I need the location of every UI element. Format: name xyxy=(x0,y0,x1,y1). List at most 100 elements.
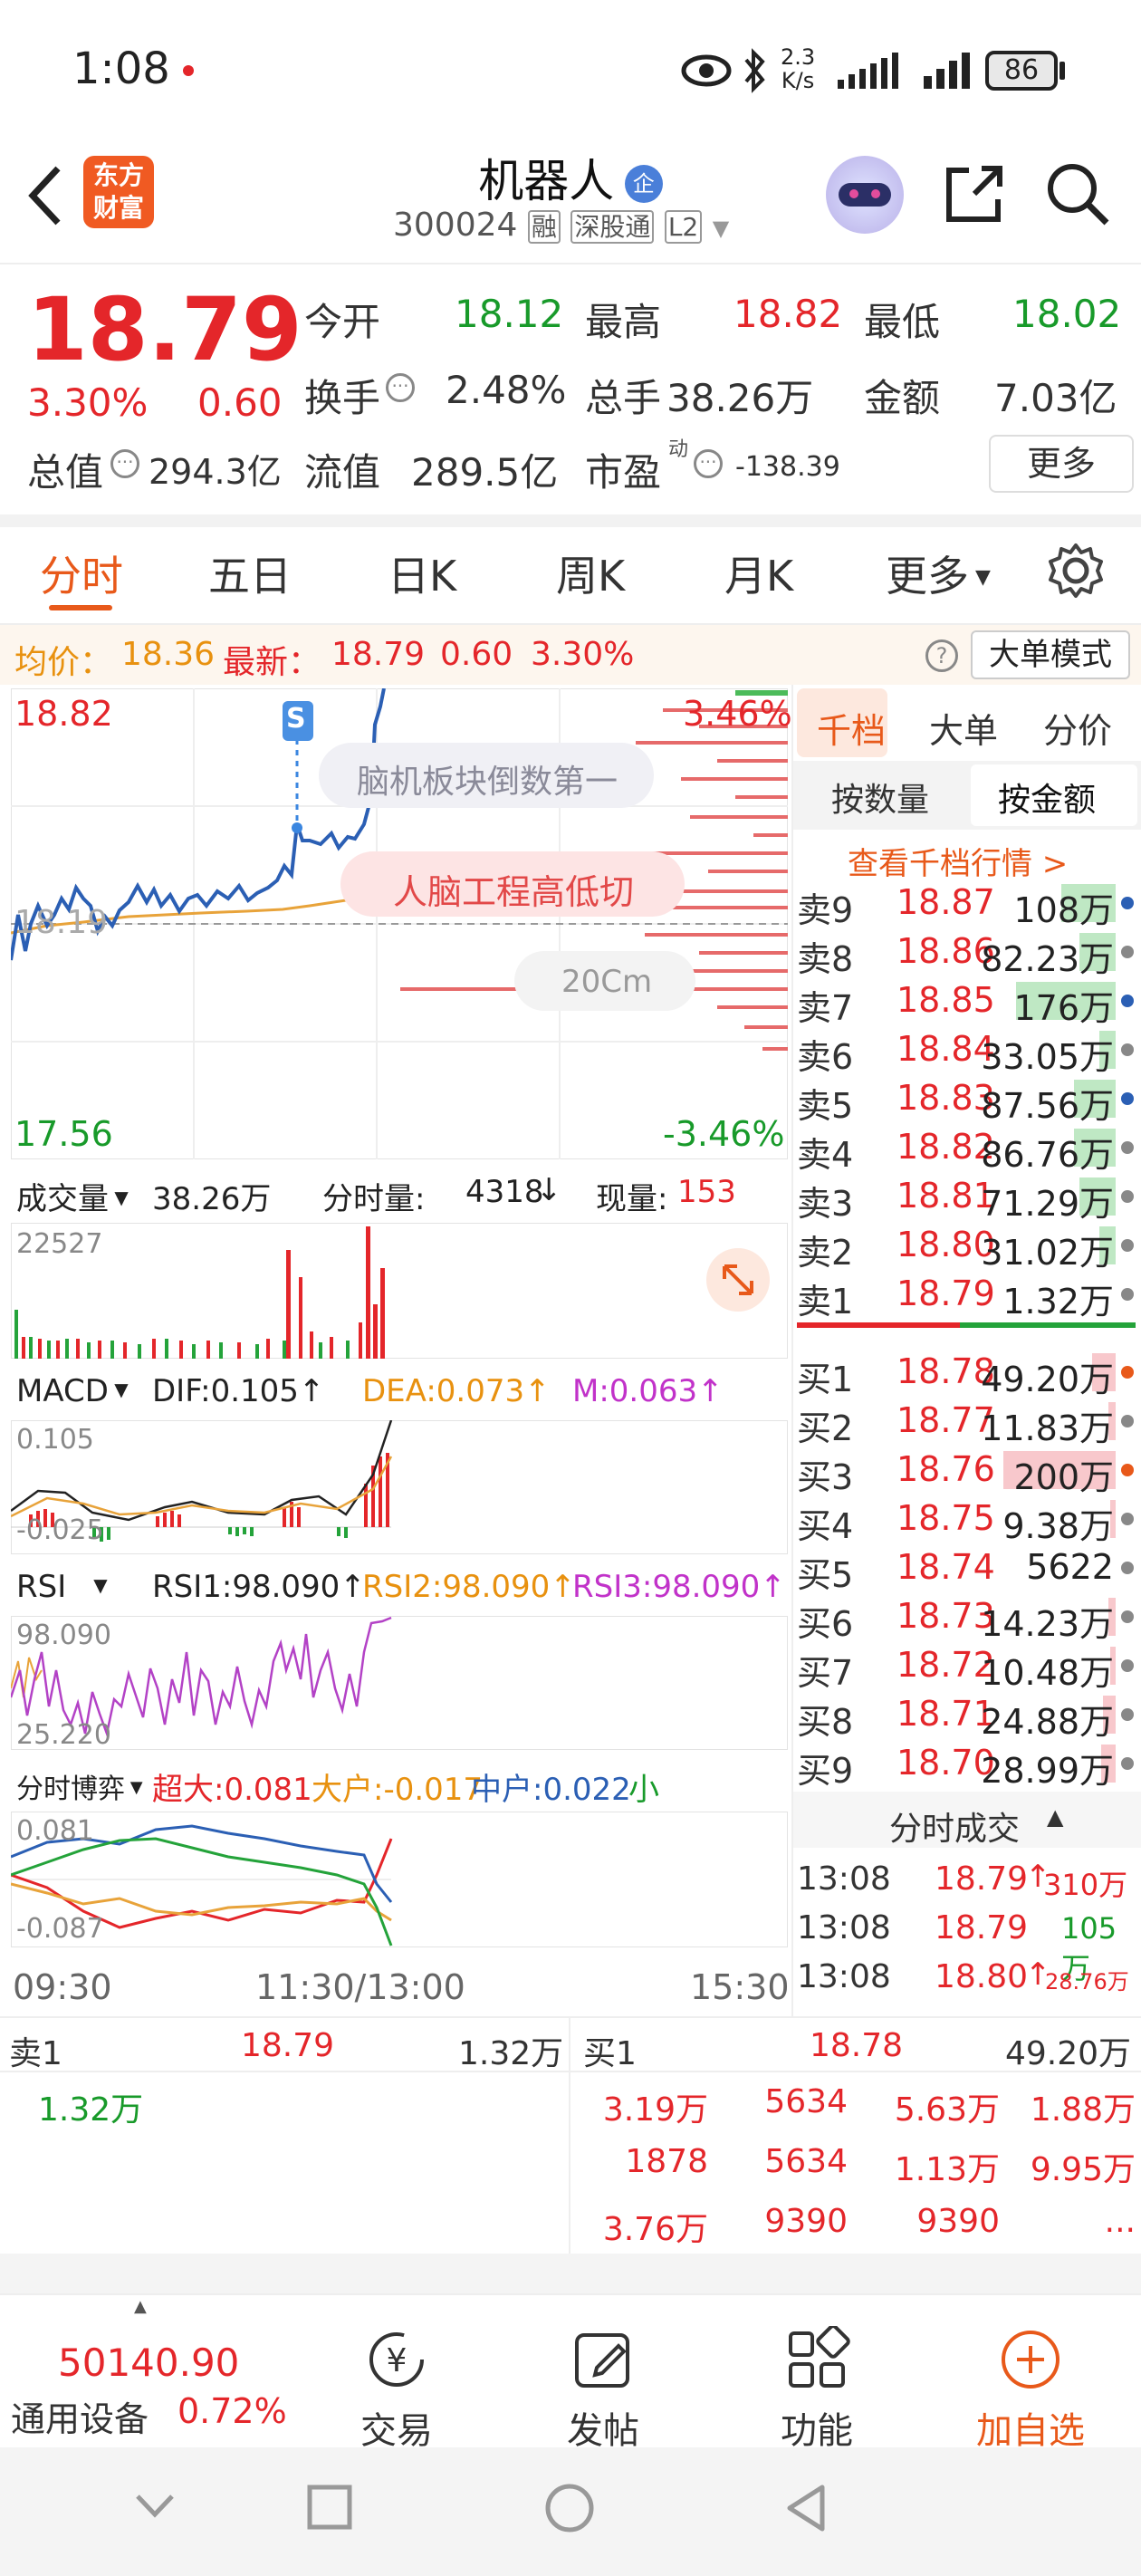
rsi-selector[interactable]: RSI ▼ xyxy=(16,1569,143,1605)
ask-queue-item: 1.32万 xyxy=(38,2091,144,2129)
nav-functions[interactable]: 功能 xyxy=(762,2324,871,2454)
tab-more[interactable]: 更多 ▼ xyxy=(886,543,991,603)
nav-post[interactable]: 发帖 xyxy=(549,2326,657,2454)
time-close: 15:30 xyxy=(690,1967,790,2007)
app-logo[interactable]: 东方 财富 xyxy=(83,156,154,228)
rsi-2: RSI2:98.090↑ xyxy=(362,1569,576,1605)
ask-row[interactable]: 卖9 18.87 108万 xyxy=(797,875,1141,930)
ask-price: 18.85 xyxy=(896,980,995,1020)
trades-header[interactable]: 分时成交 ▲ xyxy=(793,1792,1141,1848)
chart-top-percent: 3.46% xyxy=(683,694,792,734)
ask-row[interactable]: 卖7 18.85 176万 xyxy=(797,973,1141,1028)
gear-icon[interactable] xyxy=(1047,542,1105,600)
info-icon[interactable]: ··· xyxy=(386,373,415,402)
annotation-20cm[interactable]: 20Cm xyxy=(518,964,695,1000)
ask-row[interactable]: 卖8 18.86 82.23万 xyxy=(797,924,1141,979)
home-icon[interactable] xyxy=(543,2482,596,2534)
bid-row[interactable]: 买2 18.77 11.83万 xyxy=(797,1393,1141,1448)
battery-icon: 86 xyxy=(985,51,1058,91)
signal-icon-2 xyxy=(924,53,970,89)
bid-row[interactable]: 买8 18.71 24.88万 xyxy=(797,1687,1141,1742)
tab-intraday[interactable]: 分时 xyxy=(40,543,123,603)
bluetooth-icon xyxy=(744,48,765,93)
back-icon[interactable] xyxy=(25,163,65,228)
bid-row[interactable]: 买6 18.73 14.23万 xyxy=(797,1589,1141,1644)
chevron-down-icon[interactable]: ▼ xyxy=(713,216,729,241)
change-amount: 0.60 xyxy=(197,380,283,425)
status-bar: 1:08 2.3 K/s 86 xyxy=(0,0,1141,136)
chart-mid-price: 18.19 xyxy=(14,904,109,941)
annotation-sector-rank[interactable]: 脑机板块倒数第一 xyxy=(324,755,650,803)
ask-row[interactable]: 卖2 18.80 31.02万 xyxy=(797,1217,1141,1273)
back-nav-icon[interactable] xyxy=(782,2482,829,2534)
ask-row[interactable]: 卖3 18.81 71.29万 xyxy=(797,1168,1141,1224)
ask-row[interactable]: 卖1 18.79 1.32万 xyxy=(797,1266,1141,1322)
trade-price: 18.79 xyxy=(935,1909,1029,1946)
bid-row[interactable]: 买1 18.78 49.20万 xyxy=(797,1344,1141,1399)
expand-icon[interactable] xyxy=(706,1248,770,1312)
info-icon[interactable]: ··· xyxy=(694,449,723,478)
flow-selector[interactable]: 分时博弈 ▼ xyxy=(16,1766,143,1806)
annotation-rotation[interactable]: 人脑工程高低切 xyxy=(346,864,681,914)
collapse-icon[interactable]: ▲ xyxy=(1047,1804,1063,1830)
avg-label: 均价： xyxy=(14,644,113,681)
ob-tab-price-dist[interactable]: 分价 xyxy=(1043,703,1112,753)
index-ticker[interactable]: ▲ 50140.90 通用设备 0.72% xyxy=(0,2295,290,2449)
time-axis: 09:30 11:30/13:00 15:30 xyxy=(0,1958,790,2013)
latest-label: 最新： xyxy=(223,644,321,681)
tag-margin: 融 xyxy=(527,210,561,244)
title-block[interactable]: 机器人 企 xyxy=(389,145,752,210)
search-icon[interactable] xyxy=(1043,159,1112,228)
signal-marker[interactable]: S xyxy=(286,703,306,735)
macd-panel: MACD ▼ DIF:0.105↑ DEA:0.073↑ M:0.063↑ 0.… xyxy=(0,1362,788,1556)
flow-bottom: -0.087 xyxy=(16,1913,104,1945)
ask-volume: 1.32万 xyxy=(1002,1282,1114,1322)
macd-label: MACD xyxy=(16,1373,109,1409)
enterprise-badge: 企 xyxy=(624,165,663,203)
tab-weekly-k[interactable]: 周K xyxy=(556,543,625,603)
bid-queue-item: ... xyxy=(1104,2203,1136,2240)
nav-add-watchlist[interactable]: 加自选 xyxy=(967,2326,1094,2454)
recent-apps-icon[interactable] xyxy=(306,2484,353,2531)
ob-subtab-amount[interactable]: 按金额 xyxy=(998,774,1096,821)
ask-row[interactable]: 卖4 18.82 86.76万 xyxy=(797,1120,1141,1175)
battery-level: 86 xyxy=(1003,54,1040,86)
intraday-chart[interactable]: S 脑机板块倒数第一 人脑工程高低切 20Cm 18.82 3.46% 18.1… xyxy=(9,687,792,1160)
help-icon[interactable]: ? xyxy=(925,639,958,672)
open-value: 18.12 xyxy=(455,292,564,336)
nav-trade[interactable]: ¥ 交易 xyxy=(342,2326,451,2454)
tab-more-label: 更多 xyxy=(886,552,969,601)
tab-daily-k[interactable]: 日K xyxy=(388,543,456,603)
volume-total: 38.26万 xyxy=(152,1181,272,1217)
big-order-mode-button[interactable]: 大单模式 xyxy=(971,630,1130,679)
ask-price: 18.87 xyxy=(896,882,995,922)
tab-monthly-k[interactable]: 月K xyxy=(724,543,793,603)
bid-row[interactable]: 买9 18.70 28.99万 xyxy=(797,1735,1141,1791)
index-percent: 0.72% xyxy=(177,2391,287,2431)
bid-row[interactable]: 买4 18.75 9.38万 xyxy=(797,1491,1141,1546)
ob-tab-big-order[interactable]: 大单 xyxy=(929,703,998,753)
volume-label: 总手 xyxy=(585,376,662,420)
bid-row[interactable]: 买5 18.74 5622 xyxy=(797,1540,1141,1595)
volume-max: 22527 xyxy=(16,1228,103,1260)
info-icon[interactable]: ··· xyxy=(110,449,139,478)
ob-subtab-quantity[interactable]: 按数量 xyxy=(831,774,929,821)
robot-avatar-icon[interactable] xyxy=(826,156,904,234)
bid-price: 18.74 xyxy=(896,1547,995,1587)
more-button[interactable]: 更多 xyxy=(989,435,1134,493)
ask-row[interactable]: 卖5 18.83 87.56万 xyxy=(797,1071,1141,1126)
volume-selector[interactable]: 成交量 ▼ xyxy=(16,1174,129,1218)
macd-selector[interactable]: MACD ▼ xyxy=(16,1373,129,1409)
ask-row[interactable]: 卖6 18.84 33.05万 xyxy=(797,1022,1141,1077)
ob-tab-depth[interactable]: 千档 xyxy=(817,703,886,753)
tab-five-day[interactable]: 五日 xyxy=(208,543,292,603)
share-icon[interactable] xyxy=(942,161,1007,226)
low-value: 18.02 xyxy=(1012,292,1122,336)
chevron-down-icon[interactable] xyxy=(132,2489,177,2525)
yen-cycle-icon: ¥ xyxy=(369,2332,424,2387)
caret-up-icon: ▲ xyxy=(134,2297,147,2316)
bid-row[interactable]: 买3 18.76 200万 xyxy=(797,1442,1141,1497)
latest-value: 18.79 xyxy=(331,636,426,673)
bid-row[interactable]: 买7 18.72 10.48万 xyxy=(797,1638,1141,1693)
change-percent: 3.30% xyxy=(27,380,149,425)
